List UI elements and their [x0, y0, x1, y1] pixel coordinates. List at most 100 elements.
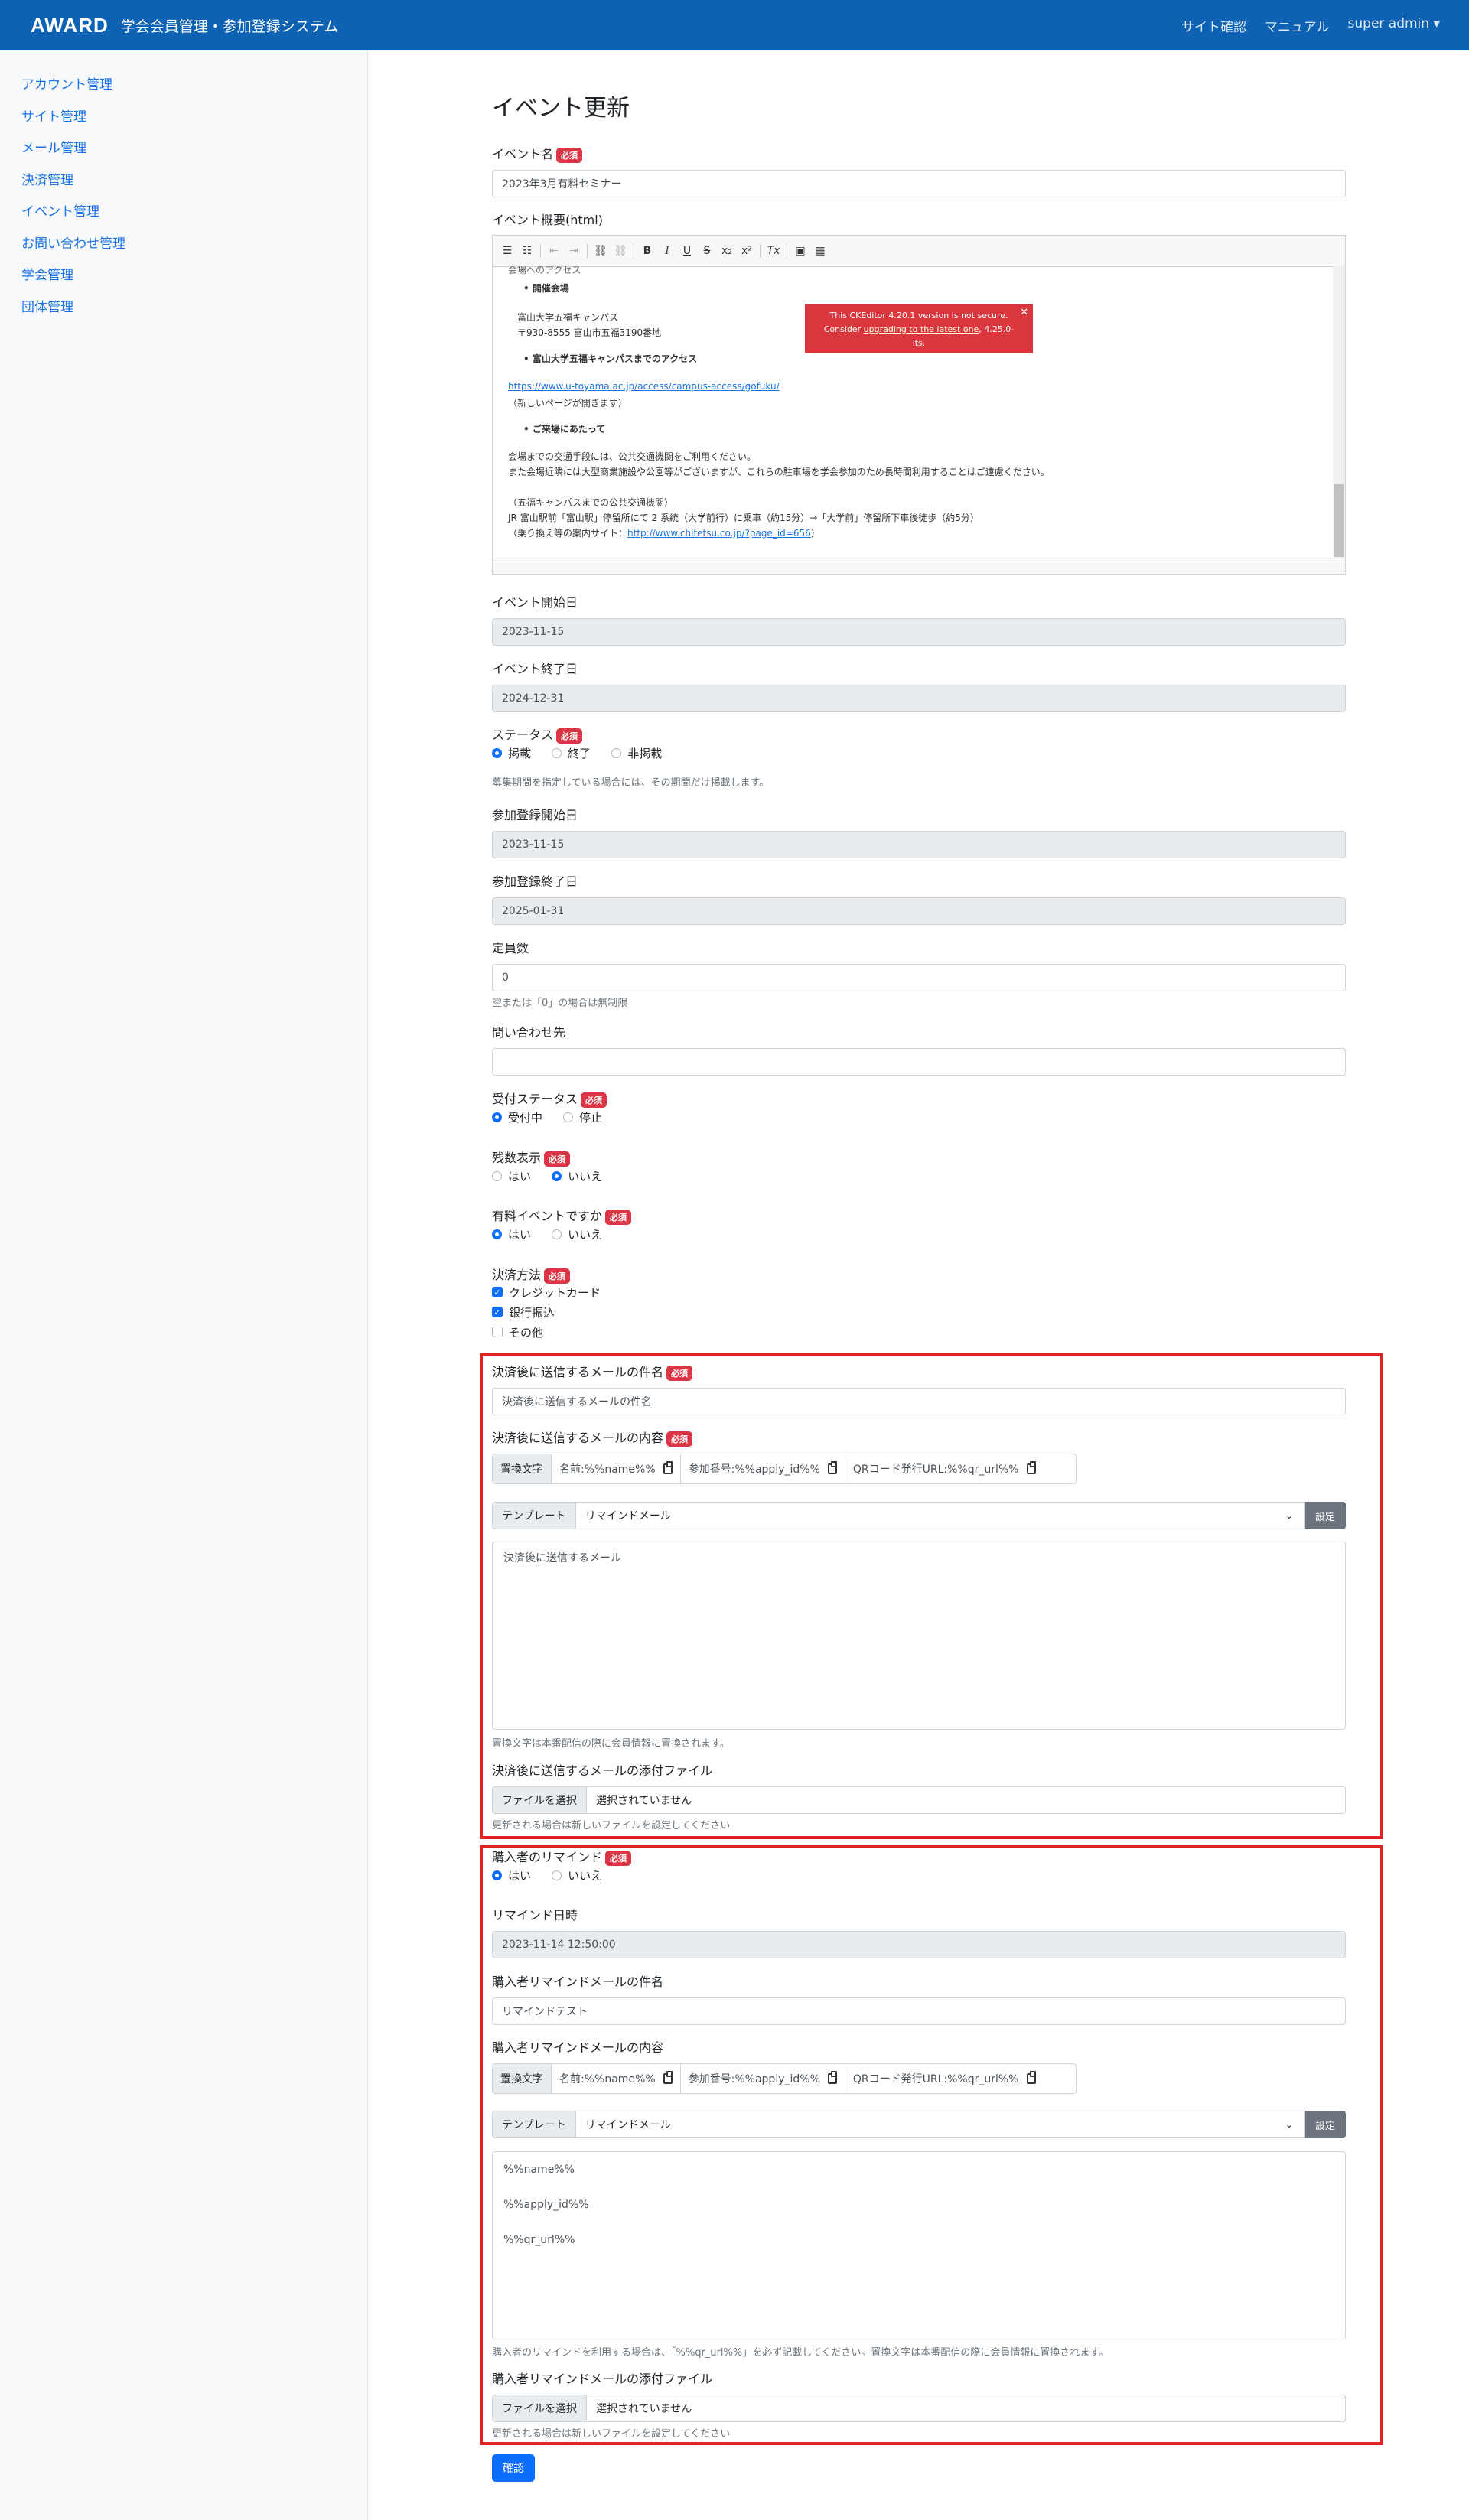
- clipboard-icon[interactable]: [1026, 2071, 1036, 2084]
- remind-subject-input[interactable]: リマインドテスト: [492, 1997, 1346, 2025]
- capacity-label: 定員数: [492, 941, 529, 956]
- brand-logo[interactable]: AWARD: [31, 14, 109, 37]
- indent-icon[interactable]: ⇥: [567, 245, 581, 257]
- editor-link-chitetsu[interactable]: http://www.chitetsu.co.jp/?page_id=656: [627, 528, 811, 539]
- chevron-down-icon: ⌄: [1285, 1510, 1293, 1521]
- status-label: ステータス: [492, 728, 554, 742]
- post-mail-body-textarea[interactable]: 決済後に送信するメール: [492, 1542, 1346, 1730]
- confirm-button[interactable]: 確認: [492, 2454, 535, 2482]
- post-mail-attach-label: 決済後に送信するメールの添付ファイル: [492, 1763, 713, 1778]
- paid-radio-yes[interactable]: はい: [492, 1226, 531, 1242]
- status-radio-unpublished[interactable]: 非掲載: [611, 745, 662, 761]
- remind-var-apply-id[interactable]: 参加番号:%%apply_id%%: [681, 2064, 845, 2093]
- sidebar-item-group[interactable]: 団体管理: [21, 296, 73, 315]
- remind-template-set-button[interactable]: 設定: [1304, 2111, 1346, 2138]
- payment-check-bank[interactable]: ✓ 銀行振込: [492, 1302, 601, 1322]
- unlink-icon[interactable]: ⛓: [614, 245, 627, 257]
- remind-template-select[interactable]: リマインドメール ⌄: [575, 2111, 1305, 2138]
- editor-toolbar: ☰ ☷ ⇤ ⇥ ⛓ ⛓ B I U S x₂ x² Tx ▣ ▦: [493, 236, 1345, 267]
- required-badge: 必須: [556, 147, 583, 163]
- accept-radio-open[interactable]: 受付中: [492, 1109, 542, 1125]
- clipboard-icon[interactable]: [1026, 1461, 1036, 1474]
- remaining-radio-no[interactable]: いいえ: [552, 1168, 602, 1184]
- editor-link-access[interactable]: https://www.u-toyama.ac.jp/access/campus…: [508, 381, 780, 392]
- superscript-icon[interactable]: x²: [740, 245, 754, 257]
- bold-icon[interactable]: B: [640, 245, 654, 257]
- status-radio-ended[interactable]: 終了: [552, 745, 591, 761]
- accept-status-label: 受付ステータス: [492, 1092, 578, 1106]
- remind-var-qr-url[interactable]: QRコード発行URL:%%qr_url%%: [845, 2064, 1044, 2093]
- editor-content[interactable]: 会場へのアクセス • 開催会場 富山大学五福キャンパス 〒930-8555 富山…: [493, 266, 1333, 560]
- payment-label: 決済方法: [492, 1268, 542, 1282]
- nav-user-menu[interactable]: super admin ▾: [1348, 16, 1440, 35]
- numbered-list-icon[interactable]: ☰: [500, 245, 514, 257]
- clipboard-icon[interactable]: [827, 2071, 837, 2084]
- image-icon[interactable]: ▣: [793, 245, 807, 257]
- close-icon[interactable]: ✕: [1020, 306, 1028, 320]
- post-mail-body-label: 決済後に送信するメールの内容: [492, 1431, 664, 1445]
- brand-title[interactable]: 学会会員管理・参加登録システム: [121, 15, 338, 36]
- post-mail-subject-input[interactable]: 決済後に送信するメールの件名: [492, 1388, 1346, 1415]
- remind-radio-yes[interactable]: はい: [492, 1867, 531, 1883]
- accept-radio-stopped[interactable]: 停止: [563, 1109, 602, 1125]
- payment-check-other[interactable]: その他: [492, 1322, 601, 1342]
- reg-end-input[interactable]: 2025-01-31: [492, 897, 1346, 925]
- remind-file-input[interactable]: ファイルを選択 選択されていません: [492, 2395, 1346, 2422]
- reg-start-input[interactable]: 2023-11-15: [492, 831, 1346, 858]
- nav-site-check[interactable]: サイト確認: [1181, 16, 1246, 35]
- remind-label: 購入者のリマインド: [492, 1850, 603, 1864]
- capacity-input[interactable]: 0: [492, 964, 1346, 991]
- table-icon[interactable]: ▦: [813, 245, 827, 257]
- post-mail-template-select[interactable]: リマインドメール ⌄: [575, 1502, 1305, 1529]
- remaining-radio-yes[interactable]: はい: [492, 1168, 531, 1184]
- remove-format-icon[interactable]: Tx: [767, 245, 780, 257]
- remind-datetime-input[interactable]: 2023-11-14 12:50:00: [492, 1931, 1346, 1958]
- sidebar-item-society[interactable]: 学会管理: [21, 264, 73, 283]
- post-mail-file-button[interactable]: ファイルを選択: [493, 1787, 587, 1813]
- html-editor[interactable]: ☰ ☷ ⇤ ⇥ ⛓ ⛓ B I U S x₂ x² Tx ▣ ▦ 会場へのアクセ…: [492, 235, 1346, 575]
- end-date-label: イベント終了日: [492, 662, 578, 676]
- remind-attach-hint: 更新される場合は新しいファイルを設定してください: [492, 2428, 731, 2440]
- page-title: イベント更新: [492, 95, 630, 122]
- sidebar-item-inquiry[interactable]: お問い合わせ管理: [21, 233, 125, 252]
- underline-icon[interactable]: U: [680, 245, 694, 257]
- post-mail-attach-hint: 更新される場合は新しいファイルを設定してください: [492, 1820, 731, 1831]
- remind-file-button[interactable]: ファイルを選択: [493, 2395, 587, 2421]
- clipboard-icon[interactable]: [827, 1461, 837, 1474]
- var-qr-url[interactable]: QRコード発行URL:%%qr_url%%: [845, 1454, 1044, 1483]
- remind-var-name[interactable]: 名前:%%name%%: [552, 2064, 681, 2093]
- bullet-list-icon[interactable]: ☷: [520, 245, 534, 257]
- contact-input[interactable]: [492, 1048, 1346, 1076]
- paid-radio-no[interactable]: いいえ: [552, 1226, 602, 1242]
- event-name-input[interactable]: 2023年3月有料セミナー: [492, 170, 1346, 197]
- event-name-label: イベント名: [492, 147, 554, 161]
- payment-check-credit[interactable]: ✓ クレジットカード: [492, 1282, 601, 1302]
- end-date-input[interactable]: 2024-12-31: [492, 685, 1346, 712]
- clipboard-icon[interactable]: [663, 2071, 673, 2084]
- remind-radio-no[interactable]: いいえ: [552, 1867, 602, 1883]
- sidebar-item-account[interactable]: アカウント管理: [21, 73, 112, 93]
- var-name[interactable]: 名前:%%name%%: [552, 1454, 681, 1483]
- clipboard-icon[interactable]: [663, 1461, 673, 1474]
- post-mail-file-input[interactable]: ファイルを選択 選択されていません: [492, 1786, 1346, 1814]
- sidebar-item-site[interactable]: サイト管理: [21, 106, 86, 125]
- strikethrough-icon[interactable]: S: [700, 245, 714, 257]
- subscript-icon[interactable]: x₂: [720, 245, 734, 257]
- var-apply-id[interactable]: 参加番号:%%apply_id%%: [681, 1454, 845, 1483]
- editor-scrollbar[interactable]: [1333, 266, 1345, 560]
- sidebar-item-mail[interactable]: メール管理: [21, 137, 86, 156]
- link-icon[interactable]: ⛓: [594, 245, 607, 257]
- post-mail-template-set-button[interactable]: 設定: [1304, 1502, 1346, 1529]
- outdent-icon[interactable]: ⇤: [547, 245, 561, 257]
- editor-resize-bar[interactable]: [493, 558, 1345, 574]
- italic-icon[interactable]: I: [660, 245, 674, 257]
- sidebar-item-event[interactable]: イベント管理: [21, 200, 99, 220]
- sidebar-item-payment[interactable]: 決済管理: [21, 169, 73, 188]
- contact-label: 問い合わせ先: [492, 1025, 566, 1040]
- status-radio-published[interactable]: 掲載: [492, 745, 531, 761]
- nav-manual[interactable]: マニュアル: [1265, 16, 1330, 35]
- post-mail-body-hint: 置換文字は本番配信の際に会員情報に置換されます。: [492, 1738, 730, 1750]
- start-date-input[interactable]: 2023-11-15: [492, 618, 1346, 646]
- remind-body-textarea[interactable]: %%name%% %%apply_id%% %%qr_url%%: [492, 2151, 1346, 2339]
- upgrade-link[interactable]: upgrading to the latest one: [864, 324, 979, 334]
